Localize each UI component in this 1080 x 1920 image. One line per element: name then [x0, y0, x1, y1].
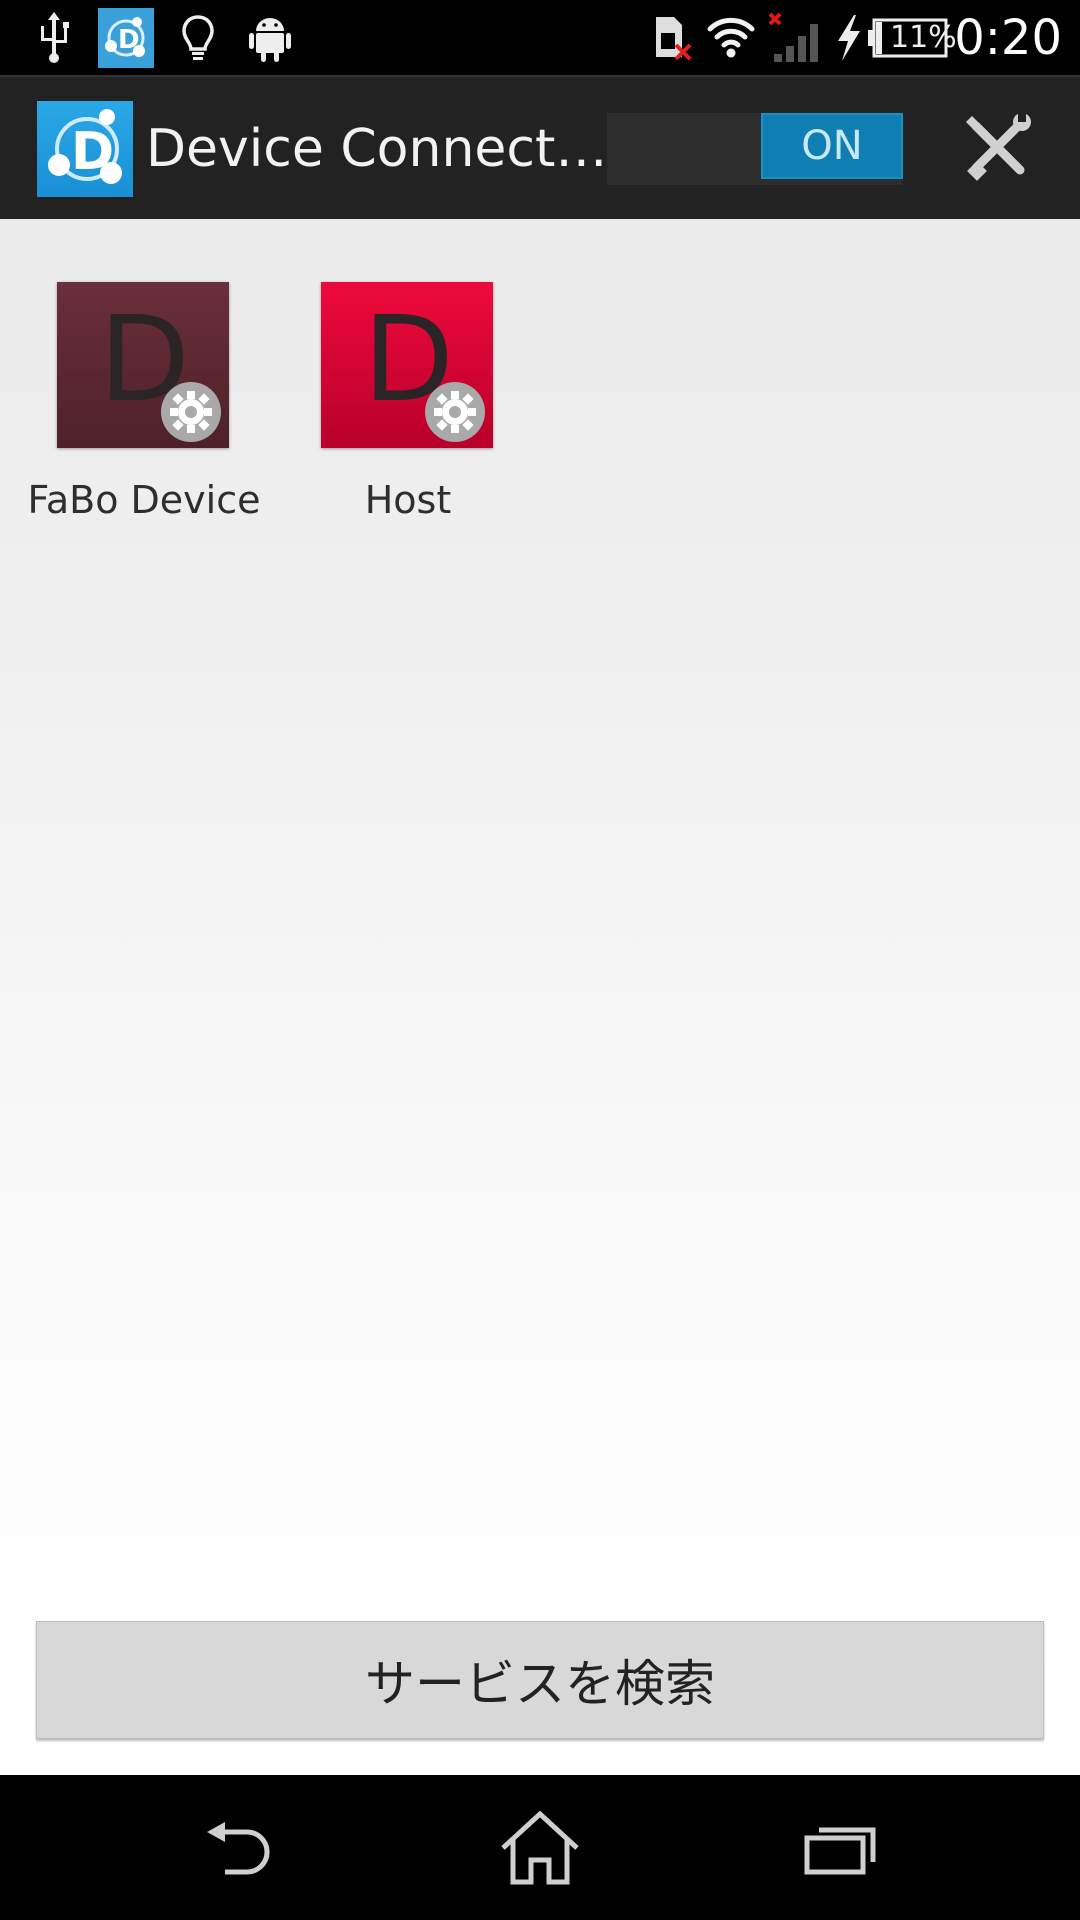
- lightbulb-icon: [178, 8, 218, 68]
- no-sim-icon: [652, 8, 692, 68]
- status-bar: D 11% 0:20: [0, 0, 1080, 75]
- battery-percent: 11%: [890, 20, 957, 55]
- navigation-bar: [0, 1775, 1080, 1920]
- fabo-device-icon: D: [57, 282, 229, 448]
- device-tile-fabo[interactable]: D FaBo Device: [13, 282, 275, 542]
- device-label: FaBo Device: [27, 478, 261, 522]
- app-logo-icon[interactable]: D: [37, 101, 133, 197]
- recent-apps-icon: [801, 1818, 881, 1882]
- signal-no-service-icon: [766, 8, 822, 68]
- device-connect-notification-icon: D: [98, 8, 154, 68]
- device-list-area: D FaBo Device D Host サービスを検索: [0, 219, 1080, 1775]
- back-button[interactable]: [196, 1805, 286, 1895]
- home-icon: [497, 1808, 583, 1892]
- wrench-screwdriver-icon: [962, 112, 1032, 186]
- wifi-icon: [704, 8, 758, 68]
- search-services-button[interactable]: サービスを検索: [36, 1621, 1044, 1739]
- toggle-on-label: ON: [761, 113, 903, 179]
- gear-icon: [161, 382, 221, 442]
- device-label: Host: [364, 478, 452, 522]
- status-time: 0:20: [954, 10, 1062, 66]
- battery-icon: 11%: [866, 8, 957, 68]
- charging-icon: [832, 8, 866, 68]
- android-icon: [246, 8, 294, 68]
- service-toggle[interactable]: ON: [607, 113, 903, 185]
- settings-button[interactable]: [955, 107, 1039, 191]
- gear-icon: [425, 382, 485, 442]
- device-tile-host[interactable]: D Host: [277, 282, 539, 542]
- action-bar: D Device Connect… ON: [0, 75, 1080, 219]
- host-device-icon: D: [321, 282, 493, 448]
- usb-icon: [32, 8, 76, 68]
- recent-apps-button[interactable]: [796, 1805, 886, 1895]
- home-button[interactable]: [495, 1805, 585, 1895]
- app-title: Device Connect…: [146, 119, 608, 179]
- back-icon: [201, 1818, 281, 1882]
